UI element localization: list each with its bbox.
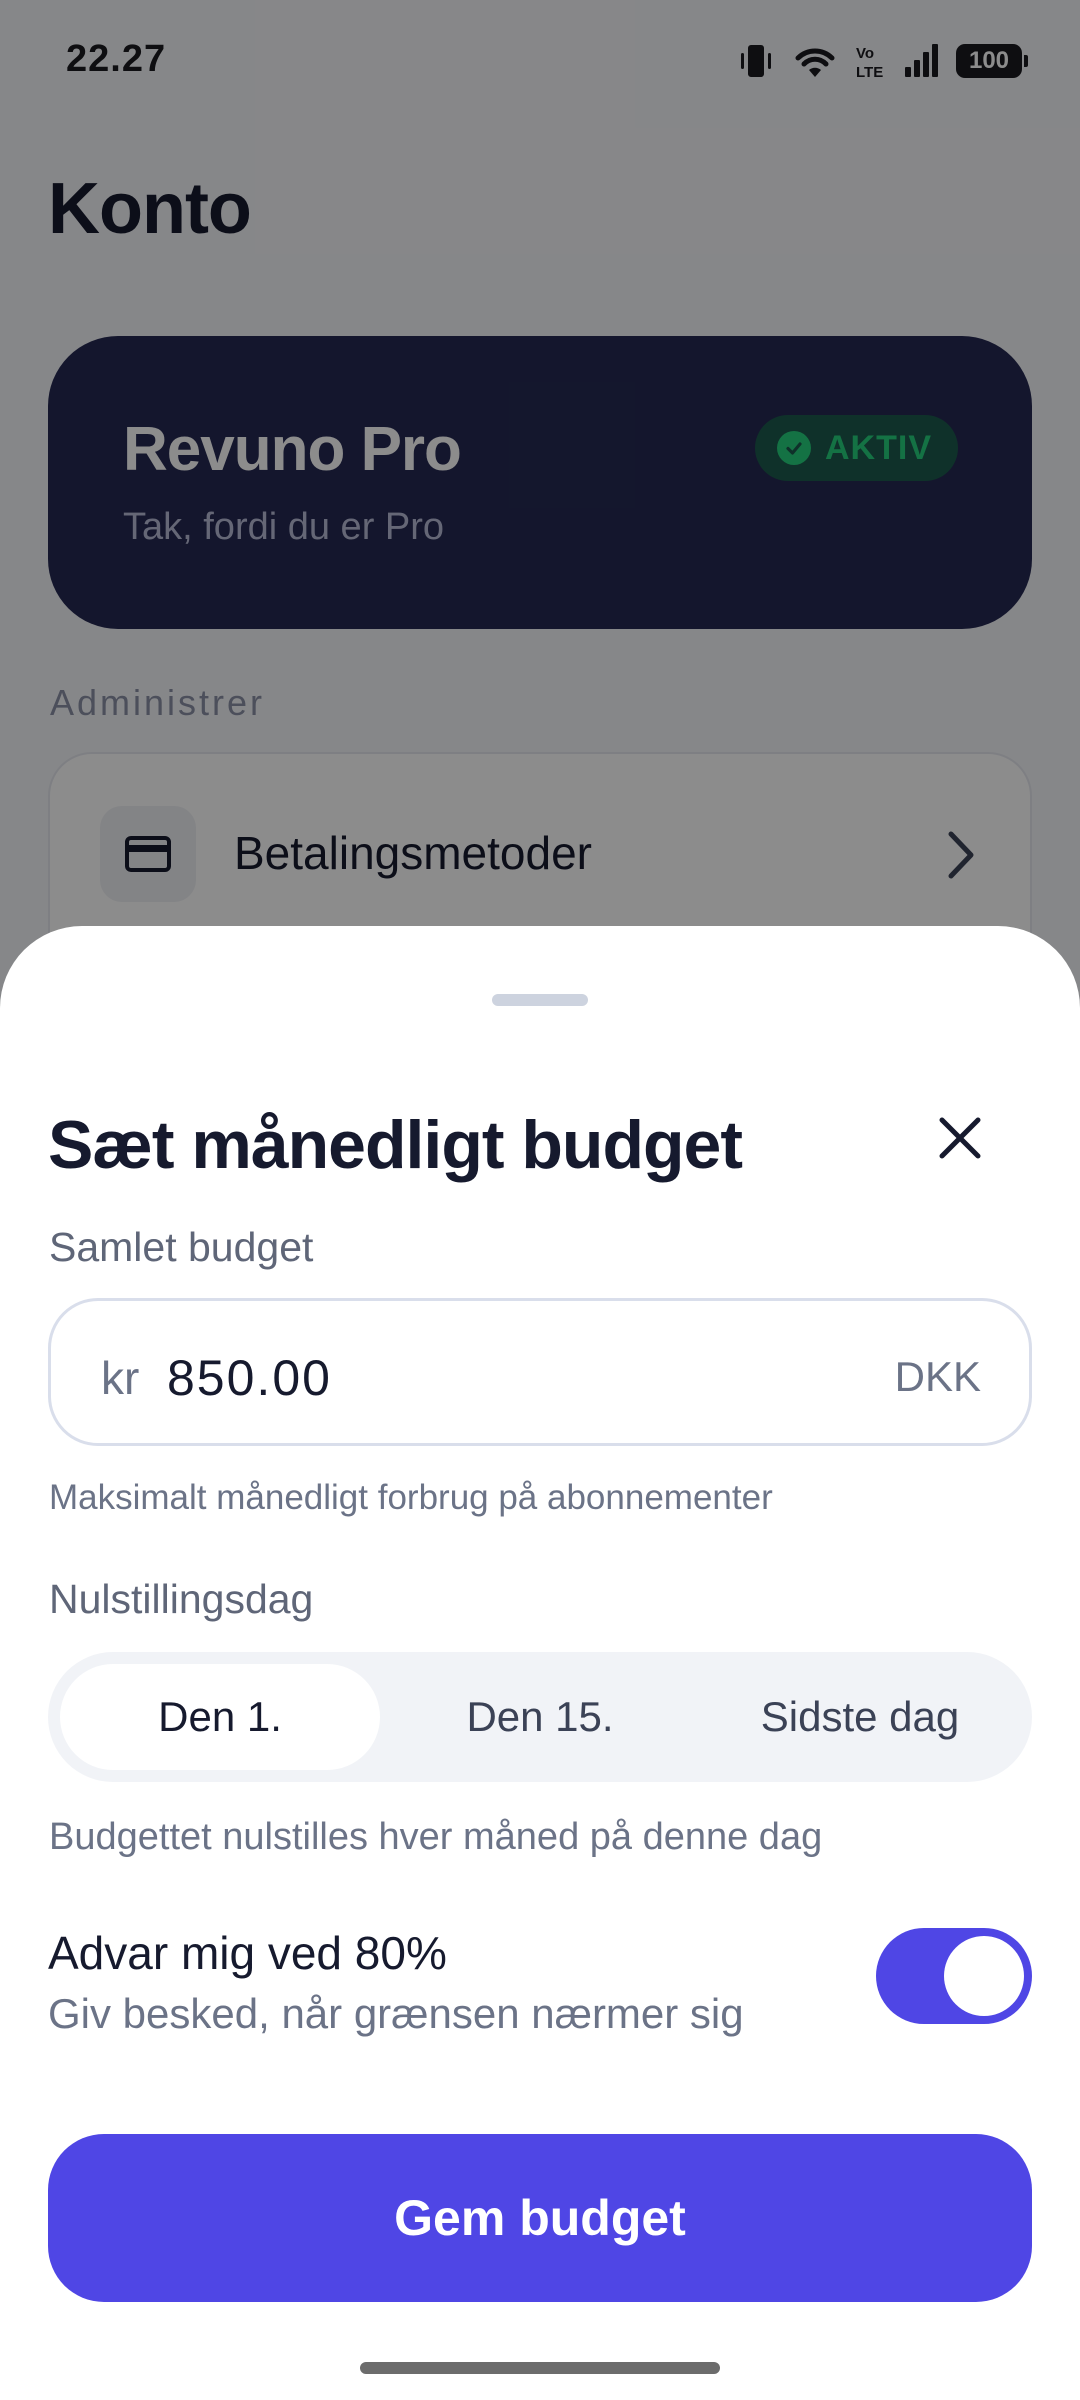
reset-day-option-1[interactable]: Den 1. xyxy=(60,1664,380,1770)
save-budget-button[interactable]: Gem budget xyxy=(48,2134,1032,2302)
reset-day-selector: Den 1. Den 15. Sidste dag xyxy=(48,1652,1032,1782)
currency-prefix: kr xyxy=(101,1352,140,1404)
sheet-drag-handle[interactable] xyxy=(492,994,588,1006)
total-budget-label: Samlet budget xyxy=(49,1224,314,1270)
reset-day-option-last[interactable]: Sidste dag xyxy=(700,1664,1020,1770)
budget-sheet: Sæt månedligt budget Samlet budget kr 85… xyxy=(0,926,1080,2400)
home-indicator[interactable] xyxy=(360,2362,720,2374)
warning-toggle[interactable] xyxy=(876,1928,1032,2024)
reset-day-option-15[interactable]: Den 15. xyxy=(380,1664,700,1770)
currency-code: DKK xyxy=(894,1353,981,1400)
warning-title: Advar mig ved 80% xyxy=(48,1927,447,1979)
sheet-title: Sæt månedligt budget xyxy=(48,1107,743,1183)
close-icon xyxy=(936,1114,984,1167)
reset-day-label: Nulstillingsdag xyxy=(49,1576,314,1622)
close-button[interactable] xyxy=(918,1098,1002,1182)
toggle-knob xyxy=(944,1936,1024,2016)
warning-subtitle: Giv besked, når grænsen nærmer sig xyxy=(48,1990,744,2037)
reset-day-helper: Budgettet nulstilles hver måned på denne… xyxy=(49,1816,823,1858)
budget-amount-input[interactable]: kr 850.00 DKK xyxy=(48,1298,1032,1446)
budget-amount-value: 850.00 xyxy=(167,1350,332,1406)
total-budget-helper: Maksimalt månedligt forbrug på abonnemen… xyxy=(49,1478,773,1517)
